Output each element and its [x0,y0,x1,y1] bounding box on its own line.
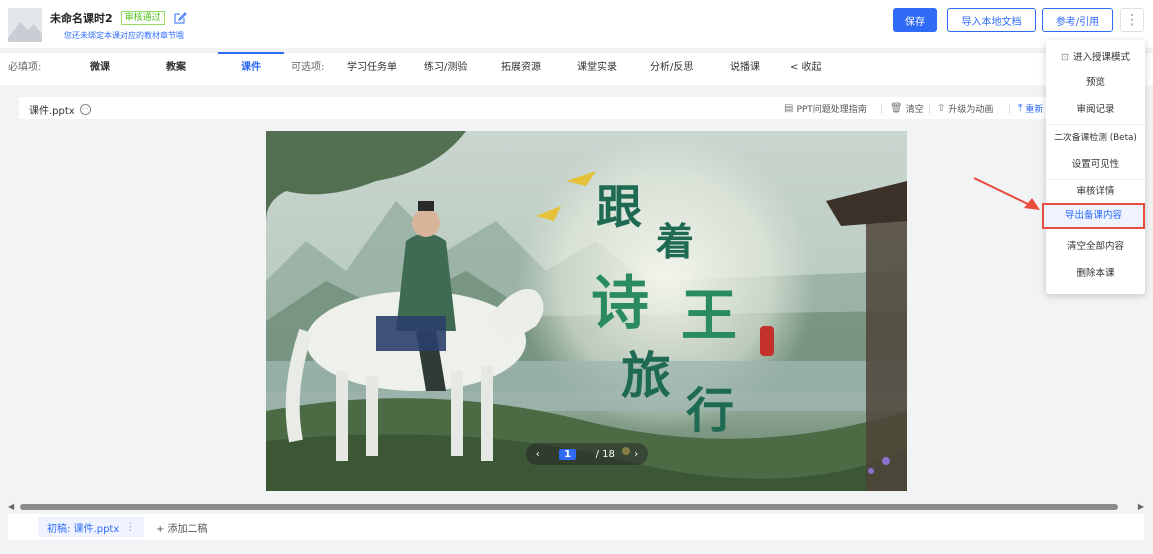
lesson-title: 未命名课时2 [50,12,113,25]
save-button[interactable]: 保存 [893,8,937,32]
tab-lesson-plan[interactable]: 教案 [166,53,186,86]
teaching-mode-icon: ⊡ [1061,52,1069,63]
required-label: 必填项: [8,62,42,73]
header-bar: 未命名课时2 审核通过 您还未绑定本课对应的教材章节哦 保存 导入本地文档 参考… [0,0,1153,48]
calligraphy-char: 行 [686,383,735,439]
current-page: 1 [559,448,577,460]
menu-item-label: 进入授课模式 [1072,52,1130,63]
menu-item-export-content[interactable]: 导出备课内容 [1042,203,1145,229]
total-pages: / 18 [595,448,615,460]
optional-label: 可选项: [291,62,325,73]
draft-label: 初稿: 课件.pptx [47,523,120,535]
upgrade-animation-button[interactable]: ⇧ 升级为动画 [937,102,993,115]
scrollbar-thumb[interactable] [20,504,1118,510]
edit-icon[interactable] [173,11,187,25]
reupload-label: 重新 [1025,105,1044,115]
tab-microlesson[interactable]: 微课 [90,53,110,86]
add-draft-button[interactable]: + 添加二稿 [156,520,208,535]
upgrade-icon: ⇧ [937,103,946,114]
menu-divider [1046,179,1145,180]
divider [929,103,930,114]
active-tab-indicator [218,52,284,54]
menu-item-delete-lesson[interactable]: 删除本课 [1046,264,1145,284]
divider [881,103,882,114]
collapse-toggle[interactable]: < 收起 [790,53,822,86]
menu-item-review-details[interactable]: 审核详情 [1046,182,1145,202]
menu-item-review-history[interactable]: 审阅记录 [1046,100,1145,120]
tab-courseware[interactable]: 课件 [241,53,261,86]
slide-pager: ‹ 1 / 18 › [526,443,648,465]
import-document-button[interactable]: 导入本地文档 [947,8,1036,32]
more-menu-button[interactable]: ⋮ [1120,8,1144,32]
lesson-thumbnail [8,8,42,42]
drafts-bar: 初稿: 课件.pptx ⋮ + 添加二稿 [8,514,1144,540]
document-icon: ▤ [784,103,794,114]
file-toolbar: 课件.pptx ··· ▤ PPT问题处理指南 🗑 清空 ⇧ 升级为动画 ⤒ 重… [19,97,1049,119]
calligraphy-char: 王 [681,283,737,349]
status-badge: 审核通过 [120,11,165,25]
trash-icon: 🗑 [890,103,903,114]
calligraphy-char: 旅 [621,346,671,405]
calligraphy-char: 跟 [596,180,642,234]
scroll-left-arrow[interactable]: ◀ [8,502,14,511]
tab-recording[interactable]: 课堂实录 [577,53,617,86]
menu-item-preview[interactable]: 预览 [1046,73,1145,93]
scroll-right-arrow[interactable]: ▶ [1138,502,1144,511]
upgrade-label: 升级为动画 [948,105,994,115]
file-name: 课件.pptx [29,106,75,117]
slide-preview[interactable]: 跟 着 诗 王 旅 行 [266,131,907,491]
menu-item-second-check[interactable]: 二次备课检测 (Beta) [1046,128,1145,148]
menu-divider [1046,124,1145,125]
menu-item-teaching-mode[interactable]: ⊡ 进入授课模式 [1046,48,1145,68]
annotation-arrow [973,177,1040,210]
prev-slide-button[interactable]: ‹ [536,449,540,460]
ppt-guide-link[interactable]: ▤ PPT问题处理指南 [784,102,867,115]
textbook-binding-hint[interactable]: 您还未绑定本课对应的教材章节哦 [64,30,184,41]
upload-icon: ⤒ [1018,103,1023,114]
tab-practice[interactable]: 练习/测验 [424,53,467,86]
calligraphy-char: 诗 [591,269,650,337]
reference-button[interactable]: 参考/引用 [1042,8,1113,32]
more-dropdown-menu: ⊡ 进入授课模式 预览 审阅记录 二次备课检测 (Beta) 设置可见性 审核详情… [1042,40,1145,294]
next-slide-button[interactable]: › [634,449,638,460]
horizontal-scrollbar[interactable]: ◀ ▶ [8,502,1144,512]
calligraphy-title: 跟 着 诗 王 旅 行 [266,131,907,491]
calligraphy-char: 着 [656,219,695,264]
divider [1009,103,1010,114]
reupload-button[interactable]: ⤒ 重新 [1018,102,1043,115]
tab-task-list[interactable]: 学习任务单 [347,53,397,86]
clear-button[interactable]: 🗑 清空 [890,102,924,115]
menu-item-visibility[interactable]: 设置可见性 [1046,155,1145,175]
draft-tab-first[interactable]: 初稿: 课件.pptx ⋮ [38,517,144,537]
tab-extension[interactable]: 拓展资源 [501,53,541,86]
resource-tabs: 必填项: 微课 教案 课件 可选项: 学习任务单 练习/测验 拓展资源 课堂实录… [0,52,1153,85]
draft-more-icon[interactable]: ⋮ [125,522,135,533]
tab-reflection[interactable]: 分析/反思 [650,53,693,86]
ppt-guide-label: PPT问题处理指南 [796,105,867,115]
tab-talk[interactable]: 说播课 [730,53,760,86]
clear-label: 清空 [905,105,924,115]
menu-item-clear-all[interactable]: 清空全部内容 [1046,237,1145,257]
file-options-icon[interactable]: ··· [79,104,91,115]
